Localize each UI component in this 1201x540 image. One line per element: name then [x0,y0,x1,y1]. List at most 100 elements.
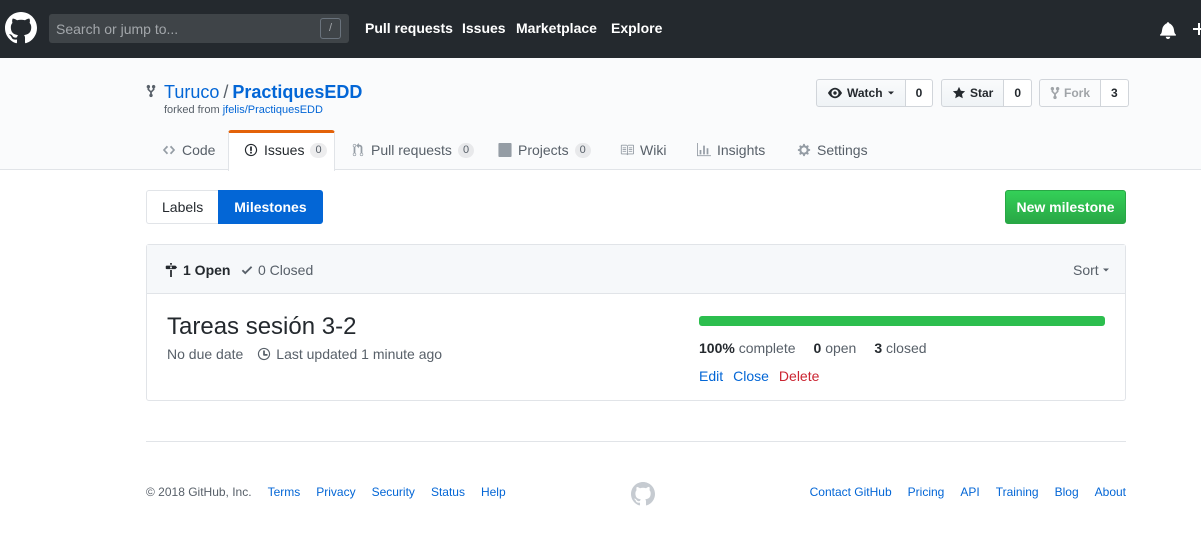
footer-link-security[interactable]: Security [372,485,415,499]
closed-milestones-filter[interactable]: 0 Closed [241,262,313,278]
triangle-down-icon [1102,268,1109,272]
footer-copyright: © 2018 GitHub, Inc. [146,485,252,499]
milestone-complete-value: 100% [699,340,735,356]
git-pull-request-icon [352,143,364,157]
footer-link-pricing[interactable]: Pricing [908,485,945,499]
repo-forked-icon [146,84,156,98]
milestone-updated: Last updated 1 minute ago [257,346,442,362]
labels-tab-button[interactable]: Labels [146,190,219,224]
book-icon [620,144,634,156]
watch-label: Watch [847,86,883,100]
tab-code[interactable]: Code [162,130,215,170]
tab-pull-requests-label: Pull requests [371,142,452,158]
star-button[interactable]: Star [941,79,1005,107]
footer-link-training[interactable]: Training [996,485,1039,499]
milestone-delete-link[interactable]: Delete [779,368,819,384]
gear-icon [797,143,811,157]
star-icon [952,86,966,99]
project-icon [498,143,512,157]
milestone-close-link[interactable]: Close [733,368,769,384]
star-label: Star [970,86,994,100]
global-header: / Pull requests Issues Marketplace Explo… [0,0,1201,58]
tab-pull-requests-counter: 0 [457,142,475,158]
tab-pull-requests[interactable]: Pull requests 0 [351,130,475,170]
closed-count-label: 0 Closed [258,262,314,278]
star-count[interactable]: 0 [1004,79,1033,107]
labels-milestones-subnav: Labels Milestones [146,190,323,224]
footer-link-api[interactable]: API [960,485,979,499]
milestone-closed-stat: 3 closed [874,340,926,356]
header-nav-explore[interactable]: Explore [611,20,662,36]
fork-button[interactable]: Fork [1039,79,1102,107]
header-nav-pull-requests[interactable]: Pull requests [365,20,453,36]
tab-settings[interactable]: Settings [797,130,868,170]
watch-button[interactable]: Watch [816,79,906,107]
tab-projects[interactable]: Projects 0 [498,130,591,170]
bell-icon[interactable] [1160,21,1176,39]
forked-from-note: forked from jfelis/PractiquesEDD [164,104,323,116]
milestone-open-stat: 0 open [814,340,857,356]
footer-divider [146,441,1126,442]
new-milestone-button[interactable]: New milestone [1005,190,1126,224]
repo-name-link[interactable]: PractiquesEDD [232,82,362,102]
open-milestones-filter[interactable]: 1 Open [164,262,230,278]
github-logo-icon[interactable] [5,12,37,44]
milestone-due-date: No due date [167,346,244,362]
footer-right-links: Contact GitHub Pricing API Training Blog… [810,485,1126,499]
search-input[interactable] [56,19,306,38]
repo-title: Turuco / PractiquesEDD [164,82,362,103]
milestone-icon [165,263,178,277]
watch-count[interactable]: 0 [905,79,934,107]
milestone-progress-fill [699,316,1105,326]
eye-icon [828,87,842,99]
repo-forked-icon [1050,86,1060,100]
repo-owner-link[interactable]: Turuco [164,82,219,102]
forked-from-link[interactable]: jfelis/PractiquesEDD [223,104,323,116]
fork-count[interactable]: 3 [1101,79,1129,107]
triangle-down-icon [887,91,894,95]
milestone-stats: 100% complete 0 open 3 closed [699,340,927,356]
tab-settings-label: Settings [817,142,868,158]
repo-header: Turuco / PractiquesEDD forked from jfelis/… [0,58,1201,171]
clock-icon [258,347,271,361]
forked-from-prefix: forked from [164,104,223,116]
footer-link-terms[interactable]: Terms [268,485,301,499]
plus-icon[interactable] [1191,21,1201,37]
open-count-label: 1 Open [183,262,231,278]
header-nav-issues[interactable]: Issues [462,20,506,36]
milestone-closed-suffix: closed [882,340,927,356]
tab-projects-label: Projects [518,142,569,158]
milestone-open-suffix: open [821,340,857,356]
issue-opened-icon [244,143,258,157]
tab-projects-counter: 0 [574,142,591,158]
star-button-group: Star 0 [941,79,1033,107]
milestone-closed-value: 3 [874,340,883,356]
milestone-actions: Edit Close Delete [699,368,819,384]
tab-insights[interactable]: Insights [697,130,765,170]
footer-left-links: © 2018 GitHub, Inc. Terms Privacy Securi… [146,485,506,499]
sort-dropdown[interactable]: Sort [1073,262,1110,278]
footer-link-help[interactable]: Help [481,485,506,499]
milestone-complete-stat: 100% complete [699,340,796,356]
header-nav-marketplace[interactable]: Marketplace [516,20,597,36]
milestone-edit-link[interactable]: Edit [699,368,723,384]
footer-link-status[interactable]: Status [431,485,465,499]
milestones-tab-button[interactable]: Milestones [218,190,323,224]
milestones-list: 1 Open 0 Closed Sort Tareas sesión 3-2 N… [146,244,1126,401]
tab-issues-label: Issues [264,142,305,158]
repo-title-separator: / [223,82,229,102]
graph-icon [697,143,711,157]
footer-link-privacy[interactable]: Privacy [316,485,355,499]
github-mark-icon[interactable] [631,482,655,506]
sort-label: Sort [1073,262,1099,278]
fork-button-group: Fork 3 [1039,79,1129,107]
search-box[interactable] [49,14,349,43]
footer-link-contact[interactable]: Contact GitHub [810,485,892,499]
milestone-title[interactable]: Tareas sesión 3-2 [167,313,356,341]
fork-label: Fork [1064,86,1091,100]
tab-issues[interactable]: Issues 0 [244,130,327,170]
footer-link-about[interactable]: About [1095,485,1126,499]
footer-link-blog[interactable]: Blog [1055,485,1079,499]
tab-wiki[interactable]: Wiki [620,130,666,170]
milestone-updated-text: Last updated 1 minute ago [276,346,443,362]
